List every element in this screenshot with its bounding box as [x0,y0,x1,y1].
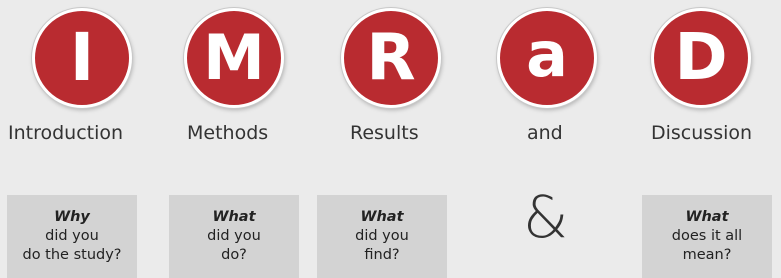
question-word: What [360,209,404,225]
letter-d: D [674,21,728,95]
section-label-and: and [527,122,563,144]
letter-circle-d: D [651,8,751,108]
imrad-column-introduction: I Introduction Why did you do the study? [0,0,160,278]
letter-circle-a: a [497,8,597,108]
question-word: What [212,209,256,225]
letter-m: M [203,21,265,94]
question-box-methods: What did you do? [169,195,299,278]
question-line-1: did you [45,228,99,244]
question-line-1: did you [355,228,409,244]
question-line-2: mean? [682,247,732,263]
section-label-results: Results [350,122,419,144]
letter-r: R [366,21,416,95]
section-label-methods: Methods [187,122,269,144]
question-box-discussion: What does it all mean? [642,195,772,278]
imrad-column-methods: M Methods What did you do? [155,0,315,278]
question-line-2: find? [364,247,400,263]
letter-i: I [69,19,95,96]
imrad-column-and: a and & [465,0,625,278]
question-line-2: do the study? [22,247,122,263]
letter-a: a [526,18,568,91]
imrad-column-results: R Results What did you find? [310,0,470,278]
section-label-introduction: Introduction [8,122,124,144]
question-word: Why [54,209,90,225]
question-line-1: does it all [671,228,743,244]
letter-circle-r: R [341,8,441,108]
imrad-column-discussion: D Discussion What does it all mean? [621,0,781,278]
letter-circle-i: I [32,8,132,108]
question-box-results: What did you find? [317,195,447,278]
question-word: What [685,209,729,225]
question-line-1: did you [207,228,261,244]
question-line-2: do? [221,247,247,263]
ampersand-symbol: & [523,183,569,251]
section-label-discussion: Discussion [651,122,753,144]
letter-circle-m: M [184,8,284,108]
question-box-introduction: Why did you do the study? [7,195,137,278]
